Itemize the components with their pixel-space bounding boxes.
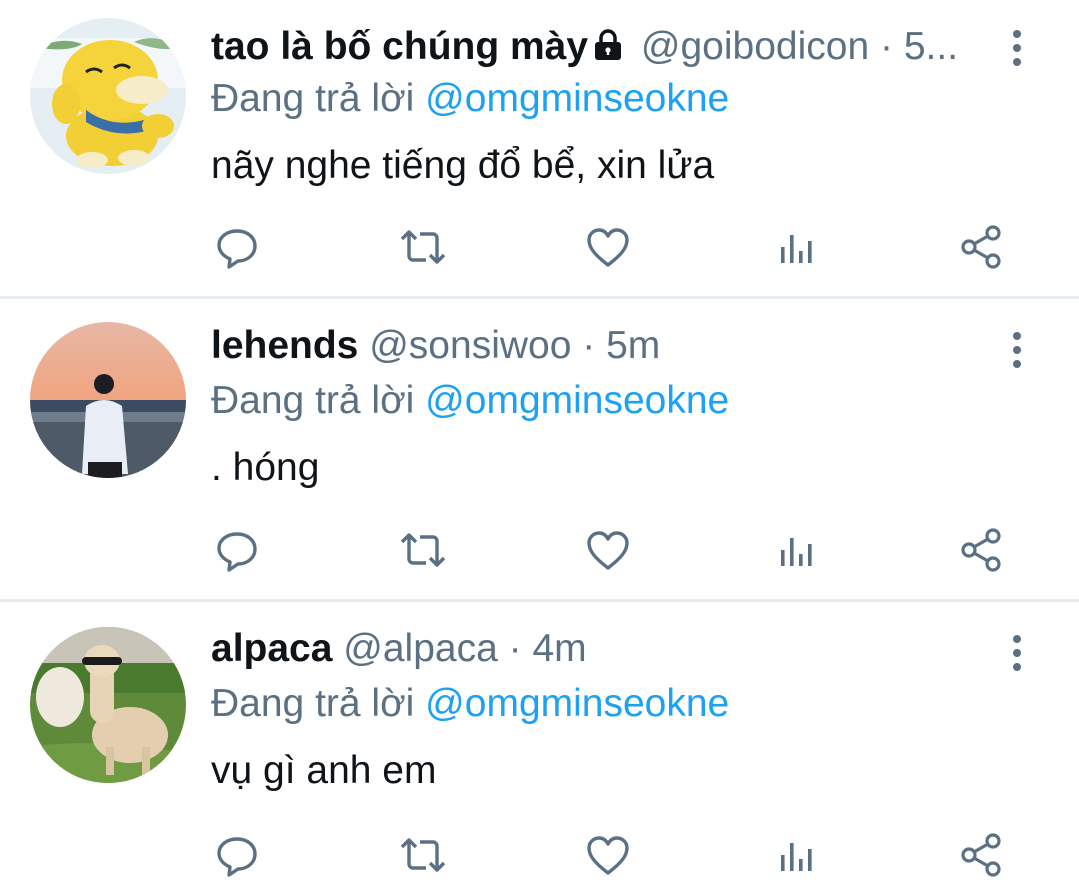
reply-icon <box>217 837 257 877</box>
tweet-item[interactable]: lehends @sonsiwoo · 5m Đang trả lời @omg… <box>0 299 1079 599</box>
reply-button[interactable] <box>212 525 262 575</box>
analytics-icon <box>781 843 812 871</box>
like-icon <box>587 531 629 570</box>
more-vertical-icon <box>1013 332 1021 368</box>
reply-icon <box>217 229 257 269</box>
display-name[interactable]: alpaca <box>211 627 332 670</box>
tweet-item[interactable]: alpaca @alpaca · 4m Đang trả lời @omgmin… <box>0 602 1079 893</box>
replying-to-label: Đang trả lời <box>211 682 415 725</box>
tweet-actions <box>0 222 1079 274</box>
display-name[interactable]: lehends <box>211 324 358 367</box>
alpaca-avatar-image <box>30 627 186 783</box>
share-button[interactable] <box>956 222 1006 272</box>
share-button[interactable] <box>956 830 1006 880</box>
replying-to: Đang trả lời @omgminseokne <box>211 378 729 424</box>
like-icon <box>587 228 629 267</box>
tweet-text: . hóng <box>211 446 320 489</box>
separator-dot: · <box>880 25 893 68</box>
reply-feed: tao là bố chúng mày @goibodicon · 5... Đ… <box>0 0 1079 893</box>
user-handle[interactable]: @goibodicon <box>641 25 869 68</box>
replying-to: Đang trả lời @omgminseokne <box>211 681 729 727</box>
tweet-item[interactable]: tao là bố chúng mày @goibodicon · 5... Đ… <box>0 0 1079 296</box>
more-options-button[interactable] <box>1005 28 1029 68</box>
replying-to-label: Đang trả lời <box>211 379 415 422</box>
avatar[interactable] <box>30 18 186 174</box>
mention-link[interactable]: @omgminseokne <box>425 379 729 422</box>
tweet-header: alpaca @alpaca · 4m <box>211 624 991 674</box>
separator-dot: · <box>508 627 522 670</box>
retweet-button[interactable] <box>398 222 448 272</box>
tweet-header: tao là bố chúng mày @goibodicon · 5... <box>211 22 991 72</box>
replying-to-label: Đang trả lời <box>211 77 415 120</box>
lock-icon <box>592 25 624 72</box>
like-button[interactable] <box>583 222 633 272</box>
display-name[interactable]: tao là bố chúng mày <box>211 25 588 68</box>
separator-dot: · <box>582 324 596 367</box>
like-button[interactable] <box>583 830 633 880</box>
retweet-button[interactable] <box>398 830 448 880</box>
analytics-icon <box>781 538 812 566</box>
avatar[interactable] <box>30 627 186 783</box>
more-options-button[interactable] <box>1005 330 1029 370</box>
person-sunset-avatar-image <box>30 322 186 478</box>
more-options-button[interactable] <box>1005 633 1029 673</box>
tweet-text: vụ gì anh em <box>211 749 437 792</box>
replying-to: Đang trả lời @omgminseokne <box>211 76 729 122</box>
reply-icon <box>217 532 257 572</box>
tweet-header: lehends @sonsiwoo · 5m <box>211 321 991 371</box>
more-vertical-icon <box>1013 30 1021 66</box>
retweet-icon <box>400 838 446 872</box>
tweet-actions <box>0 525 1079 577</box>
mention-link[interactable]: @omgminseokne <box>425 77 729 120</box>
share-icon <box>961 225 1001 269</box>
analytics-button[interactable] <box>770 222 820 272</box>
like-icon <box>587 836 629 875</box>
retweet-icon <box>400 230 446 264</box>
retweet-button[interactable] <box>398 525 448 575</box>
retweet-icon <box>400 533 446 567</box>
reply-button[interactable] <box>212 222 262 272</box>
timestamp[interactable]: 5... <box>904 25 958 68</box>
share-icon <box>961 528 1001 572</box>
psyduck-avatar-image <box>30 18 186 174</box>
more-vertical-icon <box>1013 635 1021 671</box>
analytics-button[interactable] <box>770 525 820 575</box>
reply-button[interactable] <box>212 830 262 880</box>
user-handle[interactable]: @alpaca <box>343 627 498 670</box>
mention-link[interactable]: @omgminseokne <box>425 682 729 725</box>
tweet-actions <box>0 830 1079 882</box>
analytics-icon <box>781 235 812 263</box>
timestamp[interactable]: 4m <box>532 627 586 670</box>
analytics-button[interactable] <box>770 830 820 880</box>
tweet-text: nãy nghe tiếng đổ bể, xin lửa <box>211 144 715 187</box>
like-button[interactable] <box>583 525 633 575</box>
timestamp[interactable]: 5m <box>606 324 660 367</box>
user-handle[interactable]: @sonsiwoo <box>369 324 571 367</box>
share-icon <box>961 833 1001 877</box>
share-button[interactable] <box>956 525 1006 575</box>
avatar[interactable] <box>30 322 186 478</box>
